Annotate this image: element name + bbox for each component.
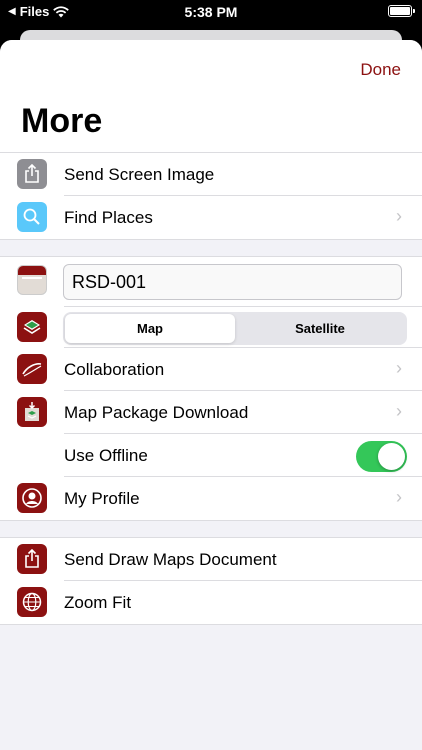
zoom-fit-label: Zoom Fit [64, 592, 132, 612]
map-type-row: Map Satellite [0, 307, 422, 348]
status-bar: ◀ Files 5:38 PM [0, 0, 422, 24]
globe-icon [17, 587, 47, 617]
map-name-input[interactable] [63, 264, 402, 300]
download-icon [17, 397, 47, 427]
layers-icon [17, 312, 47, 342]
done-button[interactable]: Done [360, 60, 401, 80]
chevron-right-icon: › [396, 487, 402, 507]
share-icon [17, 159, 47, 189]
more-sheet: Done More Send Screen Image Find Places … [0, 40, 422, 750]
send-screen-image-label: Send Screen Image [64, 164, 215, 184]
group-map: Map Satellite Collaboration › [0, 256, 422, 521]
my-profile-row[interactable]: My Profile › [0, 477, 422, 520]
toggle-knob [378, 443, 405, 470]
profile-icon [17, 483, 47, 513]
my-profile-label: My Profile [64, 488, 140, 508]
map-type-segmented-control[interactable]: Map Satellite [63, 312, 407, 345]
send-draw-maps-document-row[interactable]: Send Draw Maps Document [0, 538, 422, 581]
map-name-row [0, 257, 422, 307]
chevron-right-icon: › [396, 358, 402, 378]
sheet-header: Done More [0, 40, 422, 152]
search-icon [17, 202, 47, 232]
share-icon [17, 544, 47, 574]
find-places-row[interactable]: Find Places › [0, 196, 422, 239]
segment-satellite[interactable]: Satellite [235, 314, 405, 343]
document-icon [17, 265, 47, 295]
collaboration-row[interactable]: Collaboration › [0, 348, 422, 391]
chevron-right-icon: › [396, 401, 402, 421]
page-title: More [21, 102, 103, 140]
use-offline-label: Use Offline [64, 445, 148, 465]
chevron-right-icon: › [396, 206, 402, 226]
battery-icon [388, 5, 415, 17]
group-document: Send Draw Maps Document Zoom Fit [0, 537, 422, 625]
segment-map[interactable]: Map [65, 314, 235, 343]
collaboration-label: Collaboration [64, 359, 165, 379]
collaboration-icon [17, 354, 47, 384]
map-package-download-row[interactable]: Map Package Download › [0, 391, 422, 434]
use-offline-row: Use Offline [0, 434, 422, 477]
group-share: Send Screen Image Find Places › [0, 152, 422, 240]
send-screen-image-row[interactable]: Send Screen Image [0, 153, 422, 196]
send-draw-maps-document-label: Send Draw Maps Document [64, 549, 277, 569]
find-places-label: Find Places [64, 207, 153, 227]
use-offline-toggle[interactable] [356, 441, 407, 472]
map-package-download-label: Map Package Download [64, 402, 249, 422]
status-time: 5:38 PM [184, 4, 238, 20]
zoom-fit-row[interactable]: Zoom Fit [0, 581, 422, 624]
